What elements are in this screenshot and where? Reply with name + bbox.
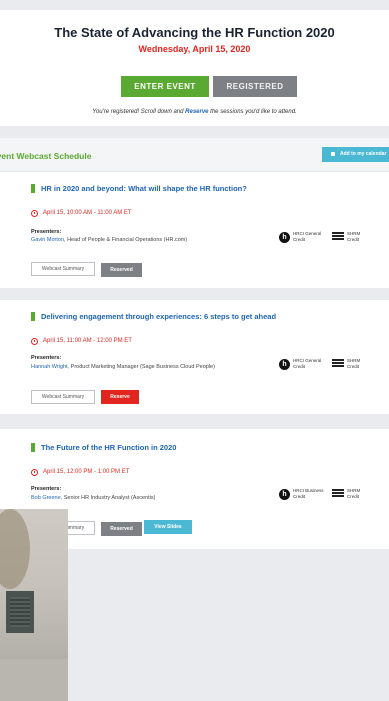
schedule-header: Event Webcast Schedule Add to my calenda…	[0, 138, 389, 172]
webcast-summary-button[interactable]: Webcast Summary	[31, 262, 95, 276]
photo-floor	[0, 659, 68, 701]
photo-object	[6, 591, 34, 633]
presenter-name-link[interactable]: Bob Greene	[31, 495, 61, 501]
presenter-role: , Senior HR Industry Analyst (Ascentis)	[60, 495, 156, 501]
calendar-icon	[331, 152, 335, 156]
photo-shadow	[0, 509, 30, 589]
clock-icon	[31, 210, 38, 217]
background-photo	[0, 509, 68, 701]
message-suffix: the sessions you'd like to attend.	[208, 109, 297, 115]
webcast-title-link[interactable]: Delivering engagement through experience…	[41, 312, 276, 321]
divider	[0, 126, 389, 138]
presenter-role: , Product Marketing Manager (Sage Busine…	[67, 364, 215, 370]
webcast-time: April 15, 11:00 AM - 12:00 PM ET	[43, 338, 132, 344]
presenters-label: Presenters:	[31, 486, 62, 492]
add-to-calendar-button[interactable]: Add to my calendar	[322, 147, 389, 162]
webcast-title-link[interactable]: HR in 2020 and beyond: What will shape t…	[41, 184, 247, 193]
enter-event-button[interactable]: ENTER EVENT	[121, 76, 209, 97]
shrm-icon	[332, 359, 344, 370]
webcast-time: April 15, 12:00 PM - 1:00 PM ET	[43, 469, 130, 475]
event-marker	[31, 312, 35, 321]
hrci-icon: h	[279, 232, 290, 243]
shrm-credit-label: SHRM Credit	[347, 231, 361, 242]
event-marker	[31, 443, 35, 452]
presenter-name-link[interactable]: Hannah Wright	[31, 364, 68, 370]
divider	[0, 288, 389, 300]
presenter-line: Bob Greene, Senior HR Industry Analyst (…	[31, 495, 155, 501]
webcast-card: Delivering engagement through experience…	[0, 300, 389, 414]
hrci-credit-label: HRCI General Credit	[293, 231, 322, 242]
reserved-button[interactable]: Reserved	[101, 522, 142, 536]
message-prefix: You're registered! Scroll down and	[92, 109, 186, 115]
hrci-icon: h	[279, 489, 290, 500]
webcast-time: April 15, 10:00 AM - 11:00 AM ET	[43, 210, 132, 216]
divider	[0, 414, 389, 429]
reserved-button[interactable]: Reserved	[101, 263, 142, 277]
presenter-name-link[interactable]: Gavin Morton	[31, 237, 64, 243]
registered-button[interactable]: REGISTERED	[213, 76, 297, 97]
presenter-line: Gavin Morton, Head of People & Financial…	[31, 237, 187, 243]
hrci-icon: h	[279, 359, 290, 370]
event-title: The State of Advancing the HR Function 2…	[54, 25, 335, 40]
schedule-title: Event Webcast Schedule	[0, 151, 92, 161]
presenter-role: , Head of People & Financial Operations …	[64, 237, 188, 243]
event-date: Wednesday, April 15, 2020	[138, 44, 251, 54]
shrm-credit-label: SHRM Credit	[347, 358, 361, 369]
shrm-icon	[332, 489, 344, 500]
clock-icon	[31, 338, 38, 345]
presenters-label: Presenters:	[31, 355, 62, 361]
top-strip	[0, 0, 389, 10]
hrci-credit-label: HRCI General Credit	[293, 358, 322, 369]
event-header: The State of Advancing the HR Function 2…	[0, 10, 389, 126]
reserve-button[interactable]: Reserve	[101, 390, 139, 404]
webcast-title-link[interactable]: The Future of the HR Function in 2020	[41, 443, 176, 452]
webcast-summary-button[interactable]: Webcast Summary	[31, 390, 95, 404]
event-marker	[31, 184, 35, 193]
presenters-label: Presenters:	[31, 229, 62, 235]
view-slides-button[interactable]: View Slides	[144, 520, 192, 534]
registration-message: You're registered! Scroll down and Reser…	[0, 109, 389, 115]
shrm-icon	[332, 232, 344, 243]
clock-icon	[31, 469, 38, 476]
reserve-link[interactable]: Reserve	[185, 109, 208, 115]
presenter-line: Hannah Wright, Product Marketing Manager…	[31, 364, 215, 370]
add-to-calendar-label: Add to my calendar	[340, 151, 387, 157]
webcast-card: HR in 2020 and beyond: What will shape t…	[0, 172, 389, 288]
hrci-credit-label: HRCI Business Credit	[293, 488, 324, 499]
shrm-credit-label: SHRM Credit	[347, 488, 361, 499]
